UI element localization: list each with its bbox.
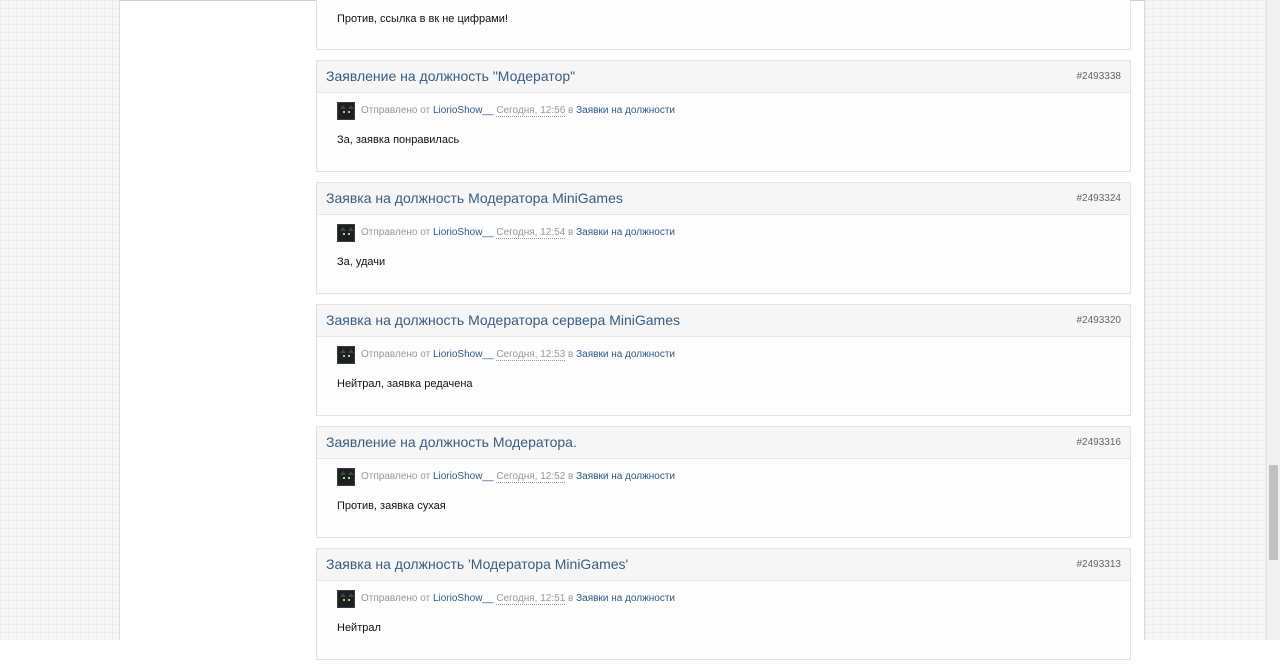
post-body: Против, заявка сухая (337, 500, 446, 512)
right-background (1144, 0, 1267, 640)
in-label: в (568, 471, 574, 482)
in-label: в (568, 593, 574, 604)
result-header: Заявление на должность "Модератор" #2493… (317, 61, 1130, 93)
search-result: Заявка на должность Модератора MiniGames… (316, 182, 1131, 294)
post-body: За, удачи (337, 256, 386, 268)
result-header: Заявление на должность Модератора. #2493… (317, 427, 1130, 459)
vertical-scrollbar[interactable] (1266, 0, 1280, 640)
thread-title-link[interactable]: Заявка на должность Модератора сервера M… (326, 312, 680, 328)
post-meta: Отправлено от LiorioShow__ Сегодня, 12:5… (337, 468, 1130, 488)
search-result: Заявка на должность Модератора сервера M… (316, 304, 1131, 416)
post-meta: Отправлено от LiorioShow__ Сегодня, 12:5… (337, 102, 1130, 122)
author-link[interactable]: LiorioShow__ (433, 227, 494, 238)
author-link[interactable]: LiorioShow__ (433, 593, 494, 604)
post-body: Против, ссылка в вк не цифрами! (337, 13, 508, 25)
forum-link[interactable]: Заявки на должности (576, 593, 675, 604)
forum-link[interactable]: Заявки на должности (576, 105, 675, 116)
sent-by-label: Отправлено от (361, 105, 431, 116)
sent-by-label: Отправлено от (361, 593, 431, 604)
search-result: Против, ссылка в вк не цифрами! (316, 0, 1131, 50)
post-meta: Отправлено от LiorioShow__ Сегодня, 12:5… (337, 590, 1130, 610)
thread-title-link[interactable]: Заявка на должность Модератора MiniGames (326, 190, 623, 206)
sent-by-label: Отправлено от (361, 349, 431, 360)
scrollbar-thumb[interactable] (1269, 465, 1278, 560)
user-avatar[interactable] (337, 102, 355, 120)
post-body: За, заявка понравилась (337, 134, 460, 146)
post-meta: Отправлено от LiorioShow__ Сегодня, 12:5… (337, 346, 1130, 366)
search-result: Заявление на должность "Модератор" #2493… (316, 60, 1131, 172)
post-id[interactable]: #2493320 (1077, 315, 1122, 326)
user-avatar[interactable] (337, 346, 355, 364)
user-avatar[interactable] (337, 590, 355, 608)
result-header: Заявка на должность 'Модератора MiniGame… (317, 549, 1130, 581)
post-id[interactable]: #2493324 (1077, 193, 1122, 204)
thread-title-link[interactable]: Заявление на должность Модератора. (326, 434, 577, 450)
search-result: Заявка на должность 'Модератора MiniGame… (316, 548, 1131, 660)
post-date: Сегодня, 12:54 (496, 227, 566, 239)
thread-title-link[interactable]: Заявка на должность 'Модератора MiniGame… (326, 556, 628, 572)
post-id[interactable]: #2493313 (1077, 559, 1122, 570)
in-label: в (568, 105, 574, 116)
sent-by-label: Отправлено от (361, 471, 431, 482)
user-avatar[interactable] (337, 468, 355, 486)
in-label: в (568, 227, 574, 238)
search-results-list: Против, ссылка в вк не цифрами! Заявлени… (316, 0, 1131, 670)
thread-title-link[interactable]: Заявление на должность "Модератор" (326, 68, 575, 84)
result-header: Заявка на должность Модератора MiniGames… (317, 183, 1130, 215)
sent-by-label: Отправлено от (361, 227, 431, 238)
post-meta: Отправлено от LiorioShow__ Сегодня, 12:5… (337, 224, 1130, 244)
post-date: Сегодня, 12:51 (496, 593, 566, 605)
forum-link[interactable]: Заявки на должности (576, 471, 675, 482)
post-body: Нейтрал, заявка редачена (337, 378, 473, 390)
post-id[interactable]: #2493338 (1077, 71, 1122, 82)
post-body: Нейтрал (337, 622, 381, 634)
in-label: в (568, 349, 574, 360)
post-date: Сегодня, 12:53 (496, 349, 566, 361)
forum-link[interactable]: Заявки на должности (576, 349, 675, 360)
user-avatar[interactable] (337, 224, 355, 242)
author-link[interactable]: LiorioShow__ (433, 349, 494, 360)
result-header: Заявка на должность Модератора сервера M… (317, 305, 1130, 337)
author-link[interactable]: LiorioShow__ (433, 471, 494, 482)
post-id[interactable]: #2493316 (1077, 437, 1122, 448)
author-link[interactable]: LiorioShow__ (433, 105, 494, 116)
forum-link[interactable]: Заявки на должности (576, 227, 675, 238)
left-background (0, 0, 120, 640)
post-date: Сегодня, 12:56 (496, 105, 566, 117)
post-date: Сегодня, 12:52 (496, 471, 566, 483)
search-result: Заявление на должность Модератора. #2493… (316, 426, 1131, 538)
